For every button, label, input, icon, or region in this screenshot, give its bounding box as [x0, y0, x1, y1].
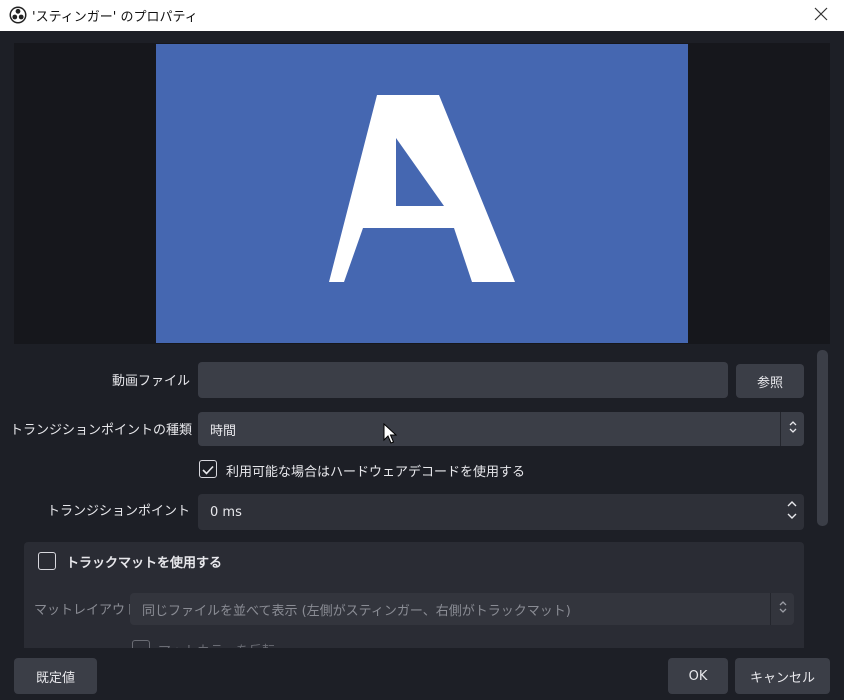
- select-arrows[interactable]: [780, 412, 804, 446]
- matte-layout-select[interactable]: 同じファイルを並べて表示 (左側がスティンガー、右側がトラックマット): [130, 593, 794, 625]
- hw-decode-label: 利用可能な場合はハードウェアデコードを使用する: [226, 465, 526, 480]
- chevron-up-down-icon: [788, 419, 798, 439]
- transition-point-label: トランジションポイント: [46, 504, 190, 519]
- mouse-cursor-icon: [383, 422, 398, 449]
- preview-frame: [156, 44, 688, 343]
- preview-letter-graphic: [329, 95, 515, 282]
- transition-point-type-value: 時間: [210, 423, 237, 439]
- chevron-up-down-icon: [778, 599, 788, 619]
- close-button[interactable]: [798, 0, 844, 31]
- matte-layout-value: 同じファイルを並べて表示 (左側がスティンガー、右側がトラックマット): [142, 603, 571, 619]
- preview-area: [14, 43, 830, 344]
- window-title: 'スティンガー' のプロパティ: [32, 10, 198, 25]
- browse-button[interactable]: 参照: [736, 364, 804, 398]
- stepper-arrows-icon: [786, 498, 798, 526]
- title-bar: 'スティンガー' のプロパティ: [0, 0, 844, 31]
- obs-icon: [9, 6, 27, 24]
- transition-point-type-select[interactable]: 時間: [198, 412, 804, 446]
- track-matte-group: トラックマットを使用する マットレイアウト 同じファイルを並べて表示 (左側がス…: [24, 542, 804, 652]
- track-matte-checkbox[interactable]: [38, 552, 56, 570]
- select-arrows[interactable]: [770, 593, 794, 625]
- dialog-footer: 既定値 OK キャンセル: [0, 648, 844, 700]
- video-file-input[interactable]: [198, 362, 728, 398]
- defaults-button[interactable]: 既定値: [14, 658, 97, 694]
- cancel-button[interactable]: キャンセル: [735, 658, 830, 694]
- track-matte-label: トラックマットを使用する: [66, 556, 223, 571]
- matte-layout-label: マットレイアウト: [34, 603, 139, 618]
- transition-point-spinbox[interactable]: 0 ms: [198, 494, 804, 530]
- video-file-label: 動画ファイル: [111, 374, 190, 389]
- checkmark-icon: [202, 460, 214, 479]
- transition-point-type-label: トランジションポイントの種類: [10, 423, 193, 438]
- close-icon: [814, 6, 828, 25]
- hw-decode-checkbox[interactable]: [199, 460, 217, 478]
- spinbox-arrows[interactable]: [780, 494, 804, 530]
- ok-button[interactable]: OK: [668, 658, 728, 694]
- transition-point-value: 0 ms: [210, 504, 242, 520]
- scrollbar-thumb[interactable]: [817, 350, 828, 526]
